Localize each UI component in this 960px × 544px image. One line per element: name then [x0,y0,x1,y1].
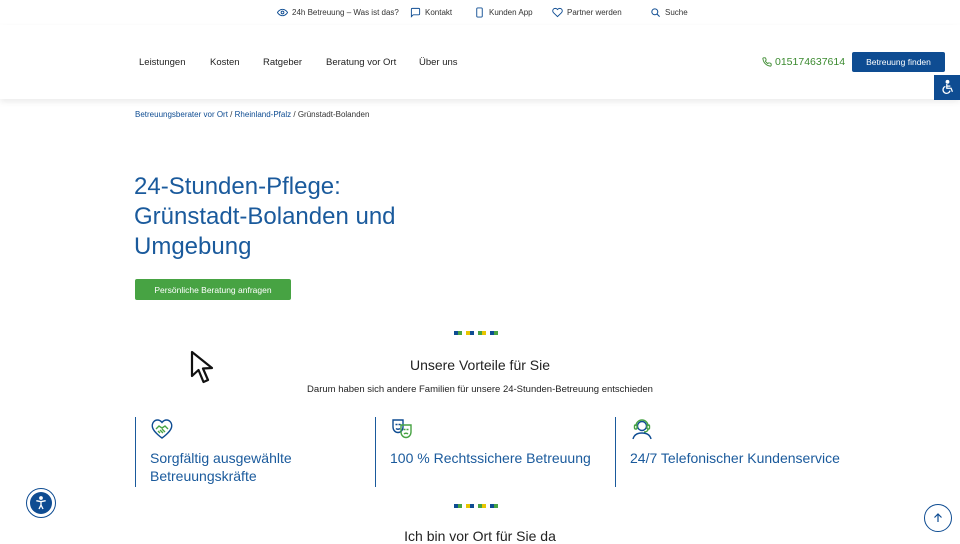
feature-card: 100 % Rechtssichere Betreuung [375,417,595,487]
partner-link[interactable]: Partner werden [552,0,622,25]
page-title: 24-Stunden-Pflege: Grünstadt-Bolanden un… [134,173,396,260]
contact-link[interactable]: Kontakt [410,0,452,25]
feature-text: 24/7 Telefonischer Kundenservice [630,450,840,466]
nav-item-ratgeber[interactable]: Ratgeber [263,25,302,99]
wheelchair-icon [941,79,953,94]
contact-label: Kontakt [425,8,453,17]
heart-icon [552,7,563,18]
feature-card: 24/7 Telefonischer Kundenservice [615,417,840,487]
find-care-button[interactable]: Betreuung finden [852,52,945,72]
breadcrumb-link-berater[interactable]: Betreuungsberater vor Ort [135,110,228,119]
search-icon [651,8,660,17]
handshake-heart-icon [151,419,173,439]
nav-item-leistungen[interactable]: Leistungen [139,25,185,99]
consultation-request-button[interactable]: Persönliche Beratung anfragen [135,279,291,300]
phone-link[interactable]: 015174637614 [762,25,845,99]
what-is-link[interactable]: 24h Betreuung – Was ist das? [277,0,399,25]
search-label: Suche [665,8,688,17]
utility-bar: 24h Betreuung – Was ist das? Kontakt Kun… [0,0,960,26]
chat-bubble-icon [410,7,421,18]
breadcrumb: Betreuungsberater vor Ort / Rheinland-Pf… [135,110,369,119]
smartphone-icon [476,7,483,18]
theater-masks-icon [392,419,412,439]
advantages-subtitle: Darum haben sich andere Familien für uns… [307,384,653,395]
section-divider [454,504,498,508]
search-link[interactable]: Suche [650,0,688,25]
app-link[interactable]: Kunden App [474,0,533,25]
scroll-to-top-button[interactable] [924,504,952,532]
breadcrumb-current: Grünstadt-Bolanden [297,110,370,119]
accessibility-icon [36,496,46,510]
accessibility-tab[interactable] [934,75,960,100]
advantages-title: Unsere Vorteile für Sie [409,357,551,373]
what-is-label: 24h Betreuung – Was ist das? [292,8,399,17]
feature-text: Sorgfältig ausgewählte Betreuungskräfte [150,450,292,484]
feature-card: Sorgfältig ausgewählte Betreuungskräfte [135,417,355,487]
arrow-up-icon [934,513,942,522]
breadcrumb-link-region[interactable]: Rheinland-Pfalz [235,110,291,119]
headset-agent-icon [632,419,652,440]
local-section-title: Ich bin vor Ort für Sie da [404,528,556,544]
main-navigation: Leistungen Kosten Ratgeber Beratung vor … [0,25,960,99]
nav-item-beratung-vor-ort[interactable]: Beratung vor Ort [326,25,396,99]
breadcrumb-separator: / [293,110,296,119]
nav-item-kosten[interactable]: Kosten [210,25,240,99]
feature-text: 100 % Rechtssichere Betreuung [390,450,591,466]
nav-item-ueber-uns[interactable]: Über uns [419,25,458,99]
breadcrumb-separator: / [230,110,233,119]
partner-label: Partner werden [567,8,622,17]
phone-number: 015174637614 [775,56,846,68]
section-divider [454,331,498,335]
eye-icon [277,8,288,17]
phone-icon [762,57,772,67]
app-label: Kunden App [489,8,533,17]
accessibility-button[interactable] [26,488,56,518]
